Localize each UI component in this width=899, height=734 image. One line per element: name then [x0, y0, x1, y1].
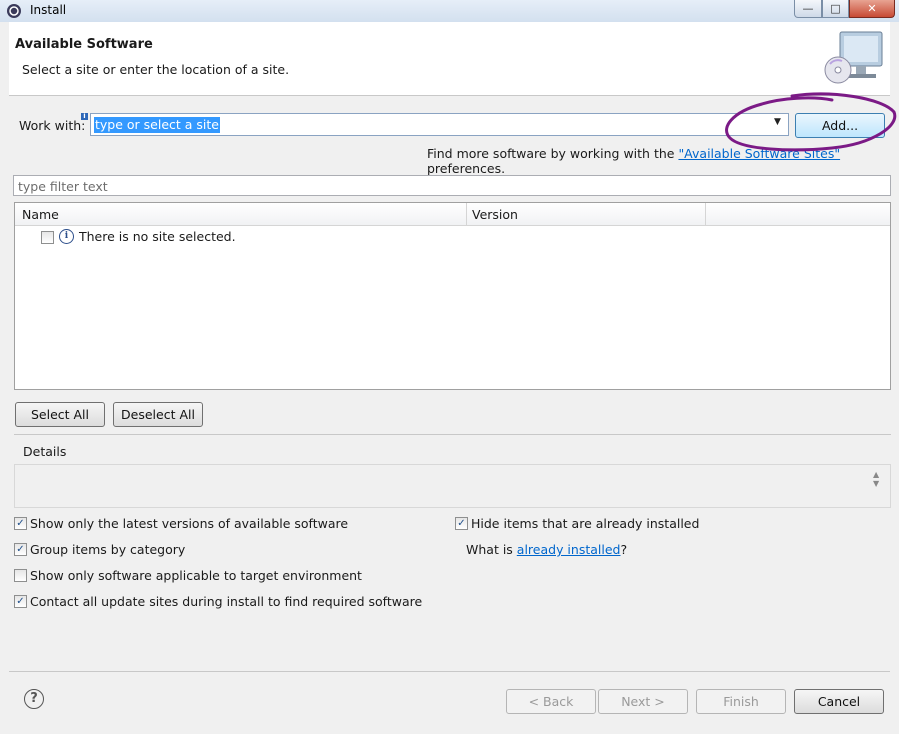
hide-installed-checkbox[interactable]: ✓	[455, 517, 468, 530]
column-header-name[interactable]: Name	[22, 207, 59, 222]
target-env-label: Show only software applicable to target …	[30, 568, 362, 583]
hide-installed-label: Hide items that are already installed	[471, 516, 700, 531]
group-by-category-label: Group items by category	[30, 542, 186, 557]
latest-versions-checkbox[interactable]: ✓	[14, 517, 27, 530]
monitor-cd-icon	[824, 31, 883, 84]
divider	[14, 434, 891, 435]
column-separator[interactable]	[705, 203, 706, 225]
window-title: Install	[30, 3, 67, 17]
annotation-circle	[725, 92, 897, 152]
select-all-button[interactable]: Select All	[15, 402, 105, 427]
minimize-button[interactable]: —	[794, 0, 822, 18]
info-icon: i	[81, 113, 88, 120]
filter-input[interactable]	[13, 175, 891, 196]
details-label: Details	[23, 444, 67, 459]
column-separator[interactable]	[466, 203, 467, 225]
divider	[9, 671, 890, 672]
already-installed-link[interactable]: already installed	[517, 542, 621, 557]
filter-placeholder: type filter text	[18, 179, 108, 194]
back-button[interactable]: < Back	[506, 689, 596, 714]
close-button[interactable]: ✕	[849, 0, 895, 18]
next-button[interactable]: Next >	[598, 689, 688, 714]
column-header-version[interactable]: Version	[472, 207, 518, 222]
scroll-arrows-icon[interactable]: ▲ ▼	[873, 470, 879, 488]
window-titlebar[interactable]	[0, 0, 899, 22]
row-checkbox[interactable]	[41, 231, 54, 244]
maximize-button[interactable]: □	[822, 0, 849, 18]
what-is-installed-text: What is already installed?	[466, 542, 628, 557]
latest-versions-label: Show only the latest versions of availab…	[30, 516, 349, 531]
finish-button[interactable]: Finish	[696, 689, 786, 714]
deselect-all-button[interactable]: Deselect All	[113, 402, 203, 427]
contact-sites-checkbox[interactable]: ✓	[14, 595, 27, 608]
wizard-header	[9, 22, 890, 96]
help-icon[interactable]: ?	[24, 689, 44, 709]
work-with-input-text[interactable]: type or select a site	[94, 117, 220, 133]
target-env-checkbox[interactable]	[14, 569, 27, 582]
info-icon: i	[59, 229, 74, 244]
cancel-button[interactable]: Cancel	[794, 689, 884, 714]
details-text-area[interactable]	[14, 464, 891, 508]
group-by-category-checkbox[interactable]: ✓	[14, 543, 27, 556]
page-title: Available Software	[15, 37, 153, 52]
no-site-message: There is no site selected.	[79, 229, 236, 244]
contact-sites-label: Contact all update sites during install …	[30, 594, 423, 609]
page-subtitle: Select a site or enter the location of a…	[22, 62, 290, 77]
table-header	[15, 203, 890, 226]
app-icon	[7, 4, 21, 18]
work-with-label: Work with:	[19, 118, 86, 133]
